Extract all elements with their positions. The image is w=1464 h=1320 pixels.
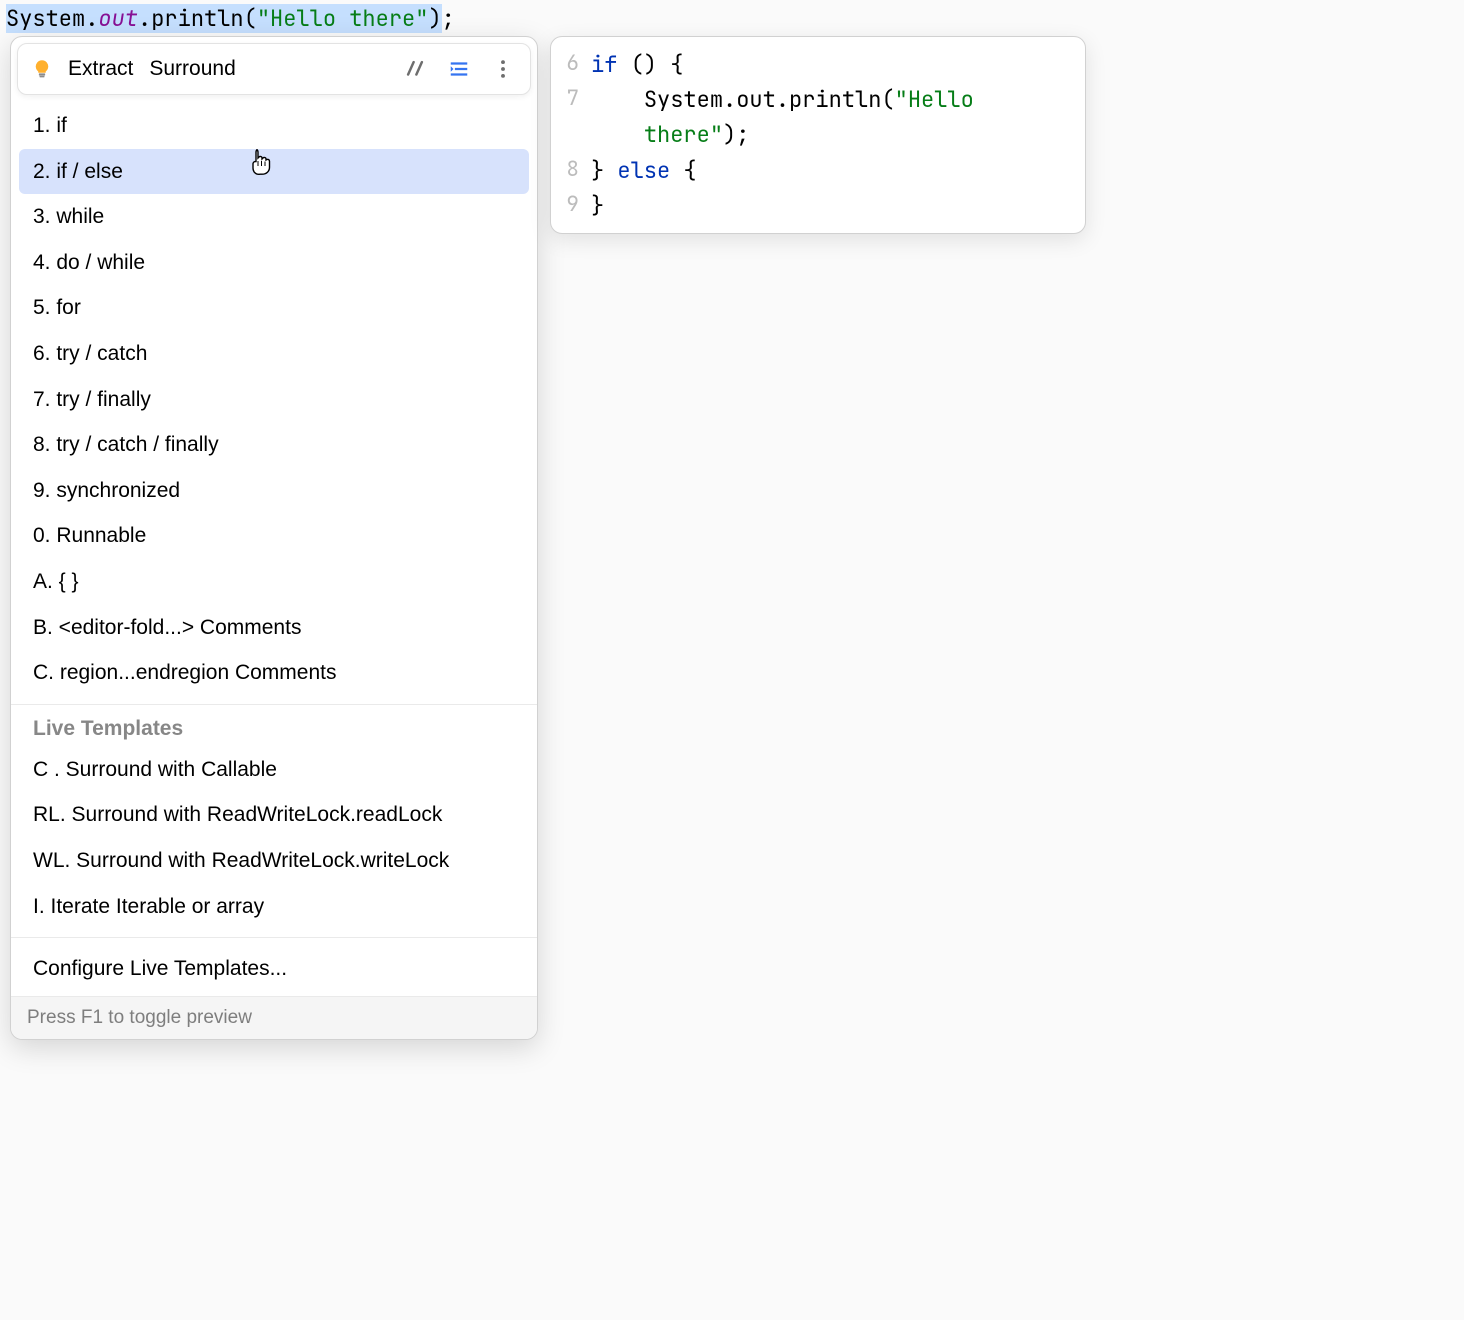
preview-code: if () { bbox=[591, 47, 1069, 82]
code-token: there" bbox=[644, 120, 723, 149]
list-item[interactable]: 1. if bbox=[19, 103, 529, 149]
intention-bulb-icon[interactable] bbox=[32, 59, 52, 79]
code-token: } bbox=[591, 191, 604, 220]
list-item[interactable]: 4. do / while bbox=[19, 240, 529, 286]
preview-line: 7 System.out.println("Hello bbox=[561, 82, 1069, 117]
code-token: ); bbox=[723, 120, 749, 149]
configure-live-templates[interactable]: Configure Live Templates... bbox=[19, 946, 529, 992]
code-token: ; bbox=[442, 4, 455, 33]
list-item[interactable]: 9. synchronized bbox=[19, 468, 529, 514]
code-token: "Hello there" bbox=[257, 4, 429, 33]
comment-icon[interactable] bbox=[402, 56, 428, 82]
code-token: else bbox=[617, 156, 670, 185]
code-token: System. bbox=[6, 4, 98, 33]
surround-with-popup: Extract Surround bbox=[10, 36, 538, 1040]
list-item[interactable]: 8. try / catch / finally bbox=[19, 422, 529, 468]
surround-options-list: 1. if 2. if / else 3. while 4. do / whil… bbox=[11, 99, 537, 700]
code-token: out bbox=[98, 4, 138, 33]
live-templates-header: Live Templates bbox=[19, 709, 529, 743]
list-item[interactable]: RL. Surround with ReadWriteLock.readLock bbox=[19, 792, 529, 838]
extract-action[interactable]: Extract bbox=[68, 57, 133, 81]
code-token: { bbox=[670, 156, 696, 185]
preview-line: 8} else { bbox=[561, 153, 1069, 188]
separator bbox=[11, 704, 537, 705]
list-item[interactable]: C . Surround with Callable bbox=[19, 747, 529, 793]
list-item[interactable]: I. Iterate Iterable or array bbox=[19, 884, 529, 930]
list-item[interactable]: B. <editor-fold...> Comments bbox=[19, 605, 529, 651]
popup-toolbar: Extract Surround bbox=[17, 43, 531, 95]
code-token: } bbox=[591, 156, 617, 185]
live-templates-list: C . Surround with Callable RL. Surround … bbox=[11, 743, 537, 933]
list-item[interactable]: C. region...endregion Comments bbox=[19, 650, 529, 696]
list-item[interactable]: 0. Runnable bbox=[19, 513, 529, 559]
preview-line: there"); bbox=[561, 117, 1069, 152]
preview-code: there"); bbox=[591, 117, 1069, 152]
code-token: () { bbox=[617, 50, 683, 79]
list-item[interactable]: A. { } bbox=[19, 559, 529, 605]
gutter-line-number bbox=[561, 117, 591, 152]
preview-line: 6if () { bbox=[561, 47, 1069, 82]
gutter-line-number: 8 bbox=[561, 153, 591, 188]
list-item[interactable]: WL. Surround with ReadWriteLock.writeLoc… bbox=[19, 838, 529, 884]
list-item[interactable]: 5. for bbox=[19, 285, 529, 331]
more-menu-icon[interactable] bbox=[490, 56, 516, 82]
surround-action[interactable]: Surround bbox=[149, 57, 235, 81]
editor-code-line[interactable]: System.out.println("Hello there"); bbox=[0, 0, 1464, 39]
code-token: ) bbox=[428, 4, 441, 33]
preview-code: } else { bbox=[591, 153, 1069, 188]
list-item[interactable]: 3. while bbox=[19, 194, 529, 240]
reformat-icon[interactable] bbox=[446, 56, 472, 82]
popup-footer-hint: Press F1 to toggle preview bbox=[11, 996, 537, 1039]
gutter-line-number: 7 bbox=[561, 82, 591, 117]
preview-line: 9} bbox=[561, 188, 1069, 223]
list-item[interactable]: 7. try / finally bbox=[19, 377, 529, 423]
preview-code: } bbox=[591, 188, 1069, 223]
gutter-line-number: 6 bbox=[561, 47, 591, 82]
code-token: .println( bbox=[138, 4, 257, 33]
code-token: if bbox=[591, 50, 617, 79]
code-token: "Hello bbox=[895, 85, 987, 114]
separator bbox=[11, 937, 537, 938]
gutter-line-number: 9 bbox=[561, 188, 591, 223]
preview-code: System.out.println("Hello bbox=[591, 82, 1069, 117]
list-item[interactable]: 6. try / catch bbox=[19, 331, 529, 377]
code-token: System.out.println( bbox=[644, 85, 895, 114]
list-item[interactable]: 2. if / else bbox=[19, 149, 529, 195]
code-preview-panel: 6if () {7 System.out.println("Hello ther… bbox=[550, 36, 1086, 234]
